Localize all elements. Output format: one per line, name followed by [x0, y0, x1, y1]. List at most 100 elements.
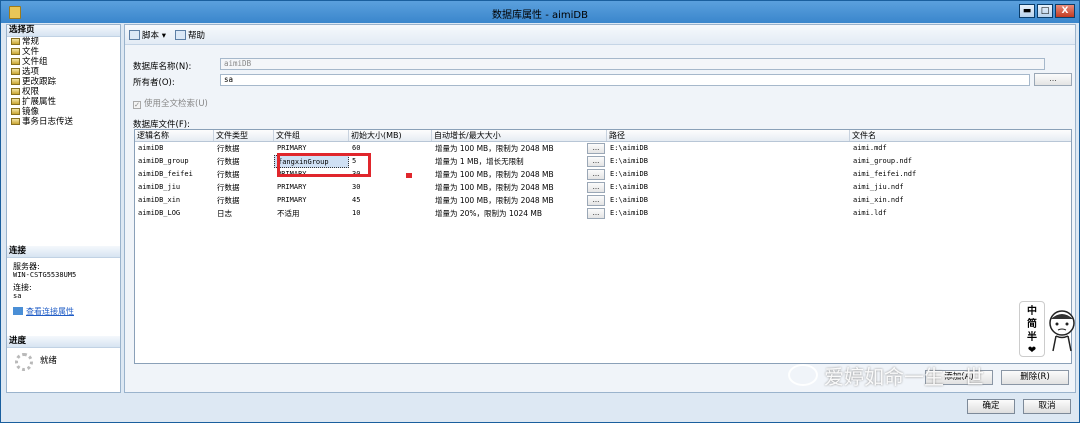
fulltext-checkbox[interactable]: ✓: [133, 101, 141, 109]
help-button[interactable]: 帮助: [175, 29, 205, 41]
progress-header: 进度: [7, 336, 120, 348]
cell-logical-name[interactable]: aimiDB_LOG: [135, 207, 214, 220]
cell-logical-name[interactable]: aimiDB_feifei: [135, 168, 214, 181]
page-item-filegroups[interactable]: 文件组: [7, 57, 120, 67]
cell-logical-name[interactable]: aimiDB_jiu: [135, 181, 214, 194]
owner-browse-button[interactable]: ...: [1034, 73, 1072, 86]
badge-char: 中: [1027, 306, 1037, 317]
fulltext-checkbox-row[interactable]: ✓ 使用全文检索(U): [133, 97, 208, 109]
cell-file-type[interactable]: 行数据: [214, 194, 274, 207]
cell-file-type[interactable]: 行数据: [214, 168, 274, 181]
page-item-label: 选项: [22, 67, 40, 77]
maximize-button[interactable]: □: [1037, 4, 1053, 18]
cancel-button[interactable]: 取消: [1023, 399, 1071, 414]
title-bar[interactable]: 数据库属性 - aimiDB ▬ □ X: [1, 1, 1079, 23]
cell-initial-size[interactable]: 10: [349, 207, 432, 220]
page-item-mirroring[interactable]: 镜像: [7, 107, 120, 117]
autogrowth-ellipsis-button[interactable]: ...: [587, 182, 605, 193]
annotation-marker: [406, 173, 412, 178]
cell-file-name[interactable]: aimi_xin.ndf: [850, 194, 1071, 207]
page-item-label: 扩展属性: [22, 97, 57, 107]
cell-file-type[interactable]: 行数据: [214, 181, 274, 194]
watermark-text: 爱婷如命一生一世: [824, 365, 984, 389]
database-files-grid[interactable]: 逻辑名称 文件类型 文件组 初始大小(MB) 自动增长/最大大小 路径 文件名 …: [134, 129, 1072, 364]
select-page-header: 选择页: [7, 25, 120, 37]
table-row[interactable]: aimiDB_jiu 行数据 PRIMARY 30 增量为 100 MB，限制为…: [135, 181, 1071, 194]
cell-autogrowth: 增量为 100 MB，限制为 2048 MB: [435, 144, 554, 153]
page-item-label: 镜像: [22, 107, 40, 117]
properties-icon: [13, 307, 23, 315]
owner-field[interactable]: sa: [220, 74, 1030, 86]
column-header-filegroup[interactable]: 文件组: [274, 130, 349, 141]
connection-value: sa: [13, 292, 22, 300]
page-item-extended-properties[interactable]: 扩展属性: [7, 97, 120, 107]
script-button[interactable]: 脚本 ▾: [129, 29, 166, 41]
close-button[interactable]: X: [1055, 4, 1075, 18]
cell-filegroup[interactable]: PRIMARY: [274, 194, 349, 207]
db-name-field[interactable]: aimiDB: [220, 58, 1045, 70]
fulltext-label: 使用全文检索(U): [144, 99, 208, 109]
connection-header: 连接: [7, 246, 120, 258]
table-row[interactable]: aimiDB 行数据 PRIMARY 60 增量为 100 MB，限制为 204…: [135, 142, 1071, 155]
help-label: 帮助: [188, 31, 206, 41]
column-header-file-name[interactable]: 文件名: [850, 130, 1071, 141]
db-name-label: 数据库名称(N):: [133, 62, 192, 72]
table-row[interactable]: aimiDB_feifei 行数据 PRIMARY 30 增量为 100 MB，…: [135, 168, 1071, 181]
cell-file-type[interactable]: 日志: [214, 207, 274, 220]
cell-file-name[interactable]: aimi_feifei.ndf: [850, 168, 1071, 181]
ok-button[interactable]: 确定: [967, 399, 1015, 414]
cell-path: E:\aimiDB: [610, 144, 648, 152]
cell-file-name[interactable]: aimi.ldf: [850, 207, 1071, 220]
cell-initial-size[interactable]: 45: [349, 194, 432, 207]
cell-filegroup[interactable]: PRIMARY: [274, 181, 349, 194]
minimize-button[interactable]: ▬: [1019, 4, 1035, 18]
left-pane: 选择页 常规 文件 文件组 选项 更改跟踪 权限 扩展属性 镜像 事务日志传送 …: [6, 24, 121, 393]
column-header-logical-name[interactable]: 逻辑名称: [135, 130, 214, 141]
page-item-files[interactable]: 文件: [7, 47, 120, 57]
help-icon: [175, 30, 186, 40]
view-connection-properties-link[interactable]: 查看连接属性: [7, 306, 120, 317]
corner-badge: 中 简 半 ❤: [1019, 301, 1077, 359]
table-row[interactable]: aimiDB_LOG 日志 不适用 10 增量为 20%，限制为 1024 MB…: [135, 207, 1071, 220]
grid-header: 逻辑名称 文件类型 文件组 初始大小(MB) 自动增长/最大大小 路径 文件名: [135, 130, 1071, 142]
cell-filegroup[interactable]: 不适用: [274, 207, 349, 220]
autogrowth-ellipsis-button[interactable]: ...: [587, 208, 605, 219]
cell-file-name[interactable]: aimi.mdf: [850, 142, 1071, 155]
toolbar: 脚本 ▾ 帮助: [125, 25, 1075, 45]
connection-section: 连接 服务器: WIN-CSTG5538UM5 连接: sa 查看连接属性: [7, 246, 120, 317]
script-icon: [129, 30, 140, 40]
column-header-initial-size[interactable]: 初始大小(MB): [349, 130, 432, 141]
page-item-general[interactable]: 常规: [7, 37, 120, 47]
cell-logical-name[interactable]: aimiDB_xin: [135, 194, 214, 207]
cell-logical-name[interactable]: aimiDB_group: [135, 155, 214, 168]
page-item-label: 文件: [22, 47, 40, 57]
remove-file-button[interactable]: 删除(R): [1001, 370, 1069, 385]
page-item-change-tracking[interactable]: 更改跟踪: [7, 77, 120, 87]
cell-initial-size[interactable]: 30: [349, 181, 432, 194]
autogrowth-ellipsis-button[interactable]: ...: [587, 195, 605, 206]
page-item-log-shipping[interactable]: 事务日志传送: [7, 117, 120, 127]
column-header-path[interactable]: 路径: [607, 130, 850, 141]
cell-path: E:\aimiDB: [610, 170, 648, 178]
cell-file-name[interactable]: aimi_jiu.ndf: [850, 181, 1071, 194]
autogrowth-ellipsis-button[interactable]: ...: [587, 143, 605, 154]
cell-logical-name[interactable]: aimiDB: [135, 142, 214, 155]
badge-char: ❤: [1027, 345, 1037, 356]
cell-file-type[interactable]: 行数据: [214, 142, 274, 155]
page-item-label: 文件组: [22, 57, 48, 67]
column-header-file-type[interactable]: 文件类型: [214, 130, 274, 141]
table-row[interactable]: aimiDB_xin 行数据 PRIMARY 45 增量为 100 MB，限制为…: [135, 194, 1071, 207]
column-header-autogrowth[interactable]: 自动增长/最大大小: [432, 130, 607, 141]
cell-file-type[interactable]: 行数据: [214, 155, 274, 168]
autogrowth-ellipsis-button[interactable]: ...: [587, 169, 605, 180]
autogrowth-ellipsis-button[interactable]: ...: [587, 156, 605, 167]
table-row[interactable]: aimiDB_group 行数据 fangxinGroup 5 增量为 1 MB…: [135, 155, 1071, 168]
cell-autogrowth: 增量为 20%，限制为 1024 MB: [435, 209, 543, 218]
script-label: 脚本: [142, 31, 160, 41]
cell-file-name[interactable]: aimi_group.ndf: [850, 155, 1071, 168]
progress-spinner-icon: [15, 353, 33, 371]
page-item-options[interactable]: 选项: [7, 67, 120, 77]
cell-autogrowth: 增量为 100 MB，限制为 2048 MB: [435, 183, 554, 192]
page-item-permissions[interactable]: 权限: [7, 87, 120, 97]
server-value: WIN-CSTG5538UM5: [13, 271, 77, 279]
